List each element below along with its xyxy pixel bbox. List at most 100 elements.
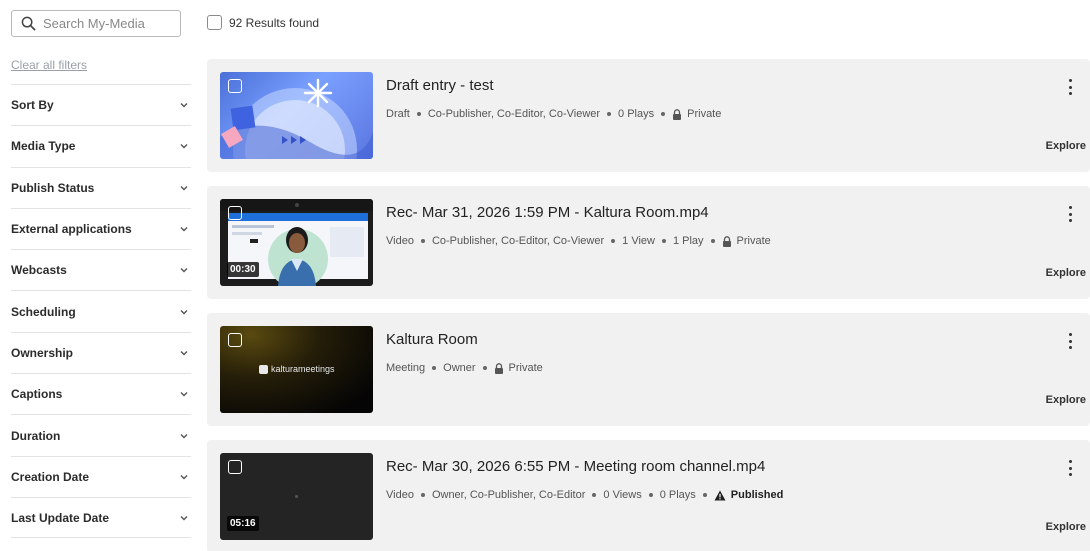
separator-dot <box>420 239 425 243</box>
explore-button[interactable]: Explore <box>1046 267 1086 279</box>
more-options-icon[interactable] <box>1064 460 1076 476</box>
results-header: 92 Results found <box>207 15 319 30</box>
more-options-icon[interactable] <box>1064 206 1076 222</box>
entry-plays: 0 Plays <box>618 108 655 120</box>
entry-title[interactable]: Rec- Mar 31, 2026 1:59 PM - Kaltura Room… <box>386 204 709 221</box>
separator-dot <box>611 239 616 243</box>
duration-badge: 00:30 <box>227 262 259 277</box>
chevron-down-icon <box>180 515 188 521</box>
entry-roles: Co-Publisher, Co-Editor, Co-Viewer <box>431 235 605 247</box>
filter-label: Ownership <box>11 345 74 360</box>
separator-dot <box>661 239 666 243</box>
entry-select-checkbox[interactable] <box>228 79 242 93</box>
entry-thumbnail[interactable]: 05:16 <box>220 453 373 540</box>
entry-title[interactable]: Kaltura Room <box>386 331 478 348</box>
entry-status: Private <box>736 235 771 247</box>
entry-plays: 0 Plays <box>659 489 696 501</box>
filter-publish-status[interactable]: Publish Status <box>11 166 191 208</box>
filter-ownership[interactable]: Ownership <box>11 331 191 373</box>
filter-label: Captions <box>11 387 63 402</box>
chevron-down-icon <box>180 350 188 356</box>
entry-plays: 1 Play <box>672 235 704 247</box>
filter-media-type[interactable]: Media Type <box>11 125 191 166</box>
lock-icon <box>673 108 682 120</box>
explore-button[interactable]: Explore <box>1046 394 1086 406</box>
kaltura-logo-text: kalturameetings <box>271 364 335 374</box>
clear-all-filters-link[interactable]: Clear all filters <box>11 58 87 72</box>
media-entry[interactable]: kalturameetings Kaltura Room Meeting Own… <box>207 313 1090 426</box>
separator-dot <box>592 493 597 497</box>
entry-meta: Video Co-Publisher, Co-Editor, Co-Viewer… <box>386 235 771 247</box>
filter-label: Duration <box>11 428 61 443</box>
filters-sidebar: Clear all filters Sort By Media Type Pub… <box>0 0 196 551</box>
explore-button[interactable]: Explore <box>1046 140 1086 152</box>
entry-status: Published <box>730 489 784 501</box>
chevron-down-icon <box>180 433 188 439</box>
separator-dot <box>702 493 707 497</box>
entry-roles: Owner, Co-Publisher, Co-Editor <box>431 489 586 501</box>
separator-dot <box>432 366 437 370</box>
filter-creation-date[interactable]: Creation Date <box>11 455 191 497</box>
separator-dot <box>420 493 425 497</box>
entry-select-checkbox[interactable] <box>228 460 242 474</box>
filter-duration[interactable]: Duration <box>11 414 191 455</box>
filter-label: Media Type <box>11 139 76 154</box>
chevron-down-icon <box>180 144 188 149</box>
entry-status: Private <box>508 362 543 374</box>
search-icon <box>21 16 36 31</box>
separator-dot <box>648 493 653 497</box>
results-count: 92 Results found <box>229 15 320 30</box>
filter-external-applications[interactable]: External applications <box>11 207 191 249</box>
chevron-down-icon <box>180 103 188 108</box>
entry-meta: Draft Co-Publisher, Co-Editor, Co-Viewer… <box>386 108 721 120</box>
filter-label: Webcasts <box>11 263 67 278</box>
entry-views: 0 Views <box>603 489 642 501</box>
entry-meta: Meeting Owner Private <box>386 362 543 374</box>
more-options-icon[interactable] <box>1064 333 1076 349</box>
explore-button[interactable]: Explore <box>1046 521 1086 533</box>
entry-thumbnail[interactable]: kalturameetings <box>220 326 373 413</box>
filter-sort-by[interactable]: Sort By <box>11 84 191 125</box>
duration-badge: 05:16 <box>227 516 259 531</box>
lock-icon <box>494 362 503 374</box>
more-options-icon[interactable] <box>1064 79 1076 95</box>
entry-type: Draft <box>386 108 410 120</box>
filter-label: Sort By <box>11 98 54 113</box>
filter-label: Creation Date <box>11 469 90 484</box>
filter-label: Publish Status <box>11 180 95 195</box>
entry-select-checkbox[interactable] <box>228 333 242 347</box>
kaltura-meetings-logo: kalturameetings <box>259 364 335 374</box>
select-all-checkbox[interactable] <box>207 15 222 30</box>
media-entry[interactable]: 05:16 Rec- Mar 30, 2026 6:55 PM - Meetin… <box>207 440 1090 551</box>
filter-label: Last Update Date <box>11 510 110 525</box>
chevron-down-icon <box>180 268 188 273</box>
entry-select-checkbox[interactable] <box>228 206 242 220</box>
search-input[interactable] <box>43 16 173 31</box>
media-entry[interactable]: Draft entry - test Draft Co-Publisher, C… <box>207 59 1090 172</box>
filter-list: Sort By Media Type Publish Status Extern… <box>11 84 191 539</box>
entry-roles: Co-Publisher, Co-Editor, Co-Viewer <box>427 108 601 120</box>
separator-dot <box>607 112 612 116</box>
entry-type: Video <box>386 489 414 501</box>
filter-captions[interactable]: Captions <box>11 373 191 414</box>
chevron-down-icon <box>180 227 188 232</box>
entry-title[interactable]: Draft entry - test <box>386 77 494 94</box>
entry-title[interactable]: Rec- Mar 30, 2026 6:55 PM - Meeting room… <box>386 458 765 475</box>
entry-thumbnail[interactable]: 00:30 <box>220 199 373 286</box>
entry-type: Meeting <box>386 362 426 374</box>
separator-dot <box>661 112 666 116</box>
filter-label: Scheduling <box>11 304 76 319</box>
chevron-down-icon <box>180 474 188 480</box>
filter-webcasts[interactable]: Webcasts <box>11 249 191 290</box>
filter-scheduling[interactable]: Scheduling <box>11 290 191 331</box>
separator-dot <box>482 366 487 370</box>
media-entry[interactable]: 00:30 Rec- Mar 31, 2026 1:59 PM - Kaltur… <box>207 186 1090 299</box>
warning-icon <box>714 490 726 500</box>
separator-dot <box>416 112 421 116</box>
entry-type: Video <box>386 235 414 247</box>
search-box[interactable] <box>11 10 181 37</box>
filter-last-update-date[interactable]: Last Update Date <box>11 496 191 539</box>
entry-thumbnail[interactable] <box>220 72 373 159</box>
kaltura-logo-icon <box>259 364 268 374</box>
separator-dot <box>710 239 715 243</box>
